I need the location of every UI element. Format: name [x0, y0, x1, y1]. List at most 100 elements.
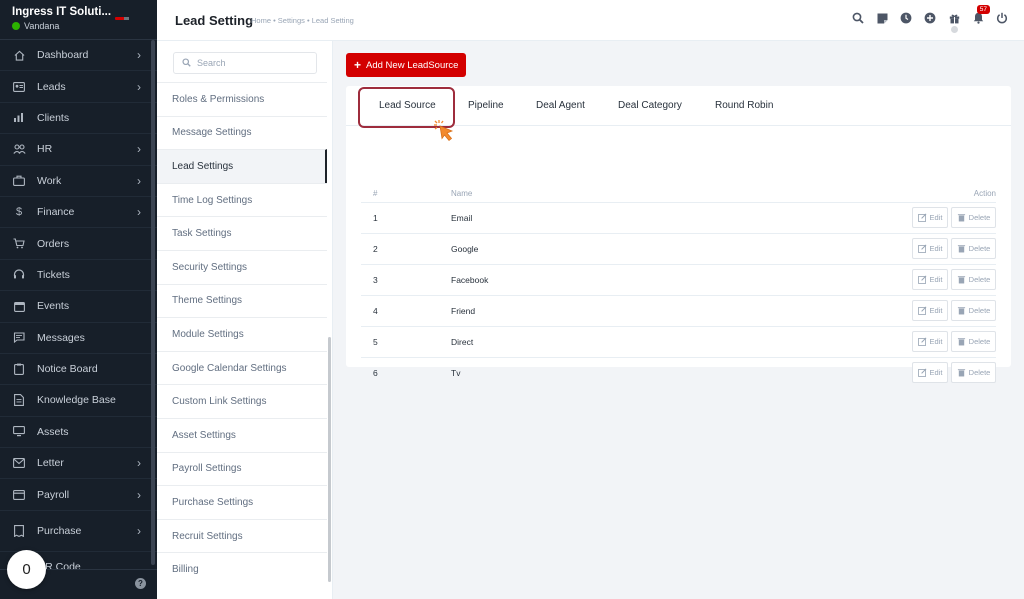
settings-item-custom-link-settings[interactable]: Custom Link Settings	[157, 384, 327, 418]
lead-source-card: Lead Source Pipeline Deal Agent Deal Cat…	[346, 86, 1011, 383]
sidebar-item-events[interactable]: Events	[0, 291, 157, 323]
settings-item-purchase-settings[interactable]: Purchase Settings	[157, 485, 327, 519]
table-row: 4 Friend Edit Delete	[361, 295, 996, 326]
edit-button[interactable]: Edit	[912, 300, 948, 321]
delete-button[interactable]: Delete	[951, 300, 996, 321]
table-row: 3 Facebook Edit Delete	[361, 264, 996, 295]
sidebar-item-orders[interactable]: Orders	[0, 228, 157, 260]
sidebar-item-purchase[interactable]: Purchase ›	[0, 511, 157, 552]
settings-search[interactable]	[173, 52, 317, 74]
settings-item-module-settings[interactable]: Module Settings	[157, 317, 327, 351]
delete-button[interactable]: Delete	[951, 362, 996, 383]
sidebar-item-knowledge-base[interactable]: Knowledge Base	[0, 385, 157, 417]
sidebar-item-dashboard[interactable]: Dashboard ›	[0, 40, 157, 72]
settings-item-recruit-settings[interactable]: Recruit Settings	[157, 518, 327, 553]
tab-lead-source[interactable]: Lead Source	[379, 100, 436, 111]
sidebar-item-label: Tickets	[37, 268, 70, 281]
delete-button[interactable]: Delete	[951, 238, 996, 259]
trash-icon	[957, 307, 965, 315]
plus-circle-icon[interactable]	[918, 9, 942, 27]
sidebar-item-label: Notice Board	[37, 363, 98, 376]
company-brand[interactable]: Ingress IT Soluti... Vandana	[0, 0, 157, 40]
settings-item-security-settings[interactable]: Security Settings	[157, 249, 327, 284]
add-lead-source-button[interactable]: + Add New LeadSource	[346, 53, 467, 77]
delete-button[interactable]: Delete	[951, 207, 996, 228]
search-icon[interactable]	[846, 9, 870, 27]
user-name: Vandana	[24, 21, 60, 31]
sticky-note-icon[interactable]	[870, 9, 894, 27]
page-title: Lead Setting	[175, 13, 254, 28]
delete-button[interactable]: Delete	[951, 331, 996, 352]
column-header-number: #	[373, 189, 378, 198]
settings-item-google-calendar-settings[interactable]: Google Calendar Settings	[157, 350, 327, 385]
row-number: 4	[373, 306, 378, 316]
edit-button[interactable]: Edit	[912, 207, 948, 228]
sidebar-item-leads[interactable]: Leads ›	[0, 71, 157, 103]
document-icon	[11, 393, 27, 407]
edit-button[interactable]: Edit	[912, 362, 948, 383]
edit-button[interactable]: Edit	[912, 331, 948, 352]
tab-pipeline[interactable]: Pipeline	[468, 100, 504, 111]
settings-menu-list: Roles & Permissions Message Settings Lea…	[157, 82, 327, 586]
wallet-icon	[11, 488, 27, 502]
column-header-name: Name	[451, 189, 473, 198]
settings-item-message-settings[interactable]: Message Settings	[157, 115, 327, 150]
trash-icon	[957, 276, 965, 284]
settings-item-lead-settings[interactable]: Lead Settings	[157, 149, 327, 183]
table-row: 5 Direct Edit Delete	[361, 326, 996, 357]
home-icon	[11, 48, 27, 62]
tab-round-robin[interactable]: Round Robin	[715, 100, 773, 111]
settings-item-asset-settings[interactable]: Asset Settings	[157, 417, 327, 452]
current-user: Vandana	[12, 21, 145, 31]
clock-icon[interactable]	[894, 9, 918, 27]
monitor-icon	[11, 425, 27, 439]
edit-icon	[917, 368, 926, 377]
sidebar-item-tickets[interactable]: Tickets	[0, 260, 157, 292]
sidebar-item-letter[interactable]: Letter ›	[0, 448, 157, 480]
plus-icon: +	[354, 58, 362, 72]
sidebar-item-notice-board[interactable]: Notice Board	[0, 354, 157, 386]
calendar-icon	[11, 299, 27, 313]
sidebar-item-label: HR	[37, 143, 53, 156]
tab-deal-agent[interactable]: Deal Agent	[536, 100, 585, 111]
edit-button[interactable]: Edit	[912, 238, 948, 259]
settings-item-theme-settings[interactable]: Theme Settings	[157, 283, 327, 318]
edit-button[interactable]: Edit	[912, 269, 948, 290]
table-row: 6 Tv Edit Delete	[361, 357, 996, 388]
floating-counter-badge[interactable]: 0	[7, 550, 46, 589]
sidebar-item-clients[interactable]: Clients	[0, 103, 157, 135]
row-name: Direct	[451, 337, 474, 347]
sidebar-item-assets[interactable]: Assets	[0, 417, 157, 449]
sidebar-item-label: Messages	[37, 331, 85, 344]
settings-item-time-log-settings[interactable]: Time Log Settings	[157, 182, 327, 217]
top-header: Lead Setting Home • Settings • Lead Sett…	[157, 0, 1024, 41]
sidebar-item-work[interactable]: Work ›	[0, 166, 157, 197]
people-icon	[11, 142, 27, 156]
briefcase-icon	[11, 174, 27, 188]
bell-icon[interactable]: 57	[966, 5, 990, 27]
gift-icon[interactable]	[942, 9, 966, 33]
row-number: 2	[373, 244, 378, 254]
tab-deal-category[interactable]: Deal Category	[618, 100, 682, 111]
delete-button[interactable]: Delete	[951, 269, 996, 290]
settings-item-task-settings[interactable]: Task Settings	[157, 216, 327, 250]
sidebar-item-payroll[interactable]: Payroll ›	[0, 479, 157, 511]
sidebar-item-label: Dashboard	[37, 49, 89, 62]
edit-icon	[917, 337, 926, 346]
sidebar-item-messages[interactable]: Messages	[0, 323, 157, 354]
sidebar-item-hr[interactable]: HR ›	[0, 134, 157, 166]
settings-item-roles-permissions[interactable]: Roles & Permissions	[157, 82, 327, 116]
settings-item-billing[interactable]: Billing	[157, 552, 327, 586]
power-icon[interactable]	[990, 9, 1014, 27]
edit-icon	[917, 306, 926, 315]
dollar-icon: $	[15, 206, 23, 219]
online-status-icon	[12, 22, 20, 30]
search-input[interactable]	[197, 58, 307, 68]
sidebar-scrollbar[interactable]	[151, 40, 155, 565]
sidebar-item-finance[interactable]: $ Finance ›	[0, 197, 157, 229]
settings-item-payroll-settings[interactable]: Payroll Settings	[157, 451, 327, 486]
settings-menu-scrollbar[interactable]	[328, 337, 331, 582]
edit-icon	[917, 244, 926, 253]
question-icon[interactable]: ?	[135, 578, 146, 589]
row-number: 6	[373, 368, 378, 378]
